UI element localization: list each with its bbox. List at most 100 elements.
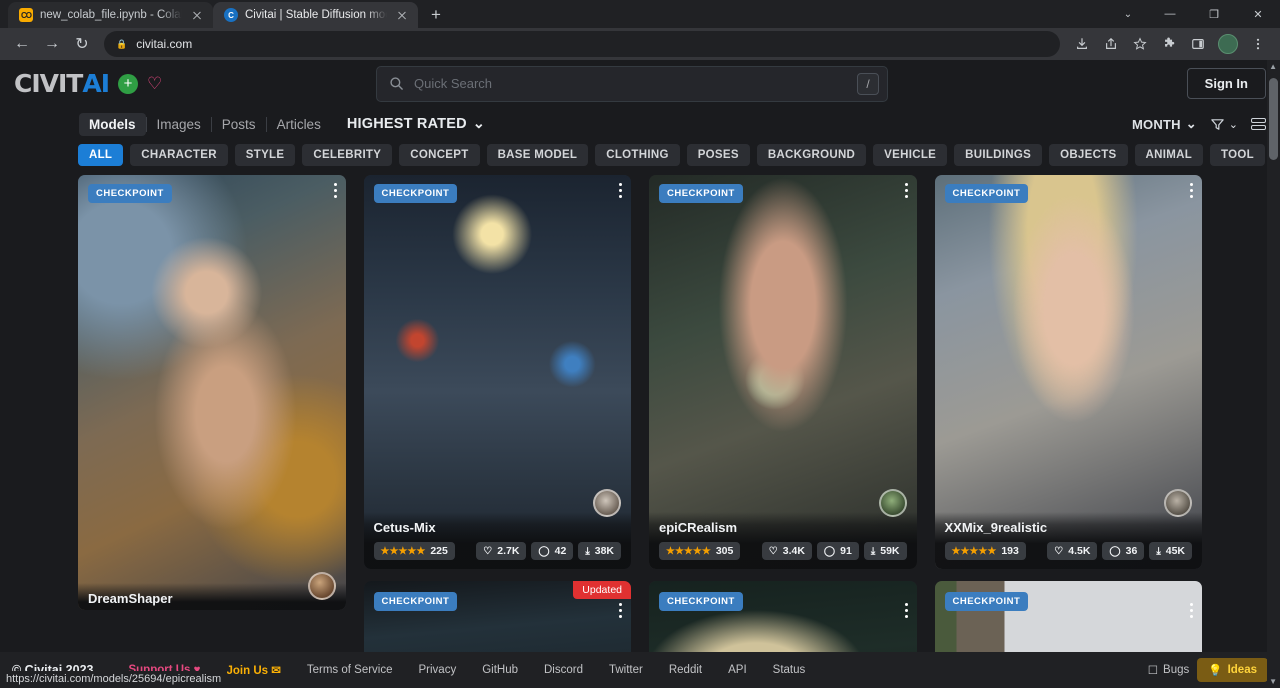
ideas-button[interactable]: 💡 Ideas <box>1197 658 1268 682</box>
new-tab-button[interactable]: + <box>422 2 450 28</box>
close-window-icon[interactable]: ✕ <box>1236 0 1280 28</box>
bugs-button[interactable]: ☐ Bugs <box>1148 663 1190 677</box>
filter-funnel-icon <box>1210 117 1225 132</box>
chip-buildings[interactable]: BUILDINGS <box>954 144 1042 166</box>
reload-icon[interactable]: ↻ <box>68 30 96 58</box>
download-icon: ⤓ <box>1156 546 1160 557</box>
colab-icon: CO <box>19 8 33 22</box>
tab-articles[interactable]: Articles <box>267 113 331 136</box>
model-card[interactable]: CHECKPOINT DreamShaper <box>78 175 346 610</box>
scroll-down-arrow-icon[interactable]: ▼ <box>1269 677 1277 686</box>
create-button[interactable]: + <box>118 74 138 94</box>
close-icon[interactable] <box>189 7 205 23</box>
model-card[interactable]: CHECKPOINT <box>649 581 917 652</box>
chip-vehicle[interactable]: VEHICLE <box>873 144 947 166</box>
likes-count: 4.5K <box>1068 545 1090 557</box>
chip-animal[interactable]: ANIMAL <box>1135 144 1204 166</box>
footer-link-privacy[interactable]: Privacy <box>406 664 470 676</box>
sort-selector[interactable]: HIGHEST RATED ⌄ <box>347 116 485 132</box>
back-icon[interactable]: ← <box>8 30 36 58</box>
chip-background[interactable]: BACKGROUND <box>757 144 866 166</box>
tab-search-icon[interactable]: ⌄ <box>1108 0 1148 28</box>
forward-icon[interactable]: → <box>38 30 66 58</box>
install-app-icon[interactable] <box>1068 30 1096 58</box>
minimize-icon[interactable]: — <box>1148 0 1192 28</box>
footer-link-api[interactable]: API <box>715 664 760 676</box>
model-card[interactable]: CHECKPOINT Cetus-Mix ★★★★★ 225 <box>364 175 632 569</box>
footer-link-github[interactable]: GitHub <box>469 664 531 676</box>
maximize-icon[interactable]: ❐ <box>1192 0 1236 28</box>
card-menu-icon[interactable] <box>619 603 622 618</box>
layout-toggle-icon[interactable] <box>1251 118 1266 130</box>
tab-models[interactable]: Models <box>79 113 146 136</box>
close-icon[interactable] <box>394 7 410 23</box>
card-info: epiCRealism ★★★★★ 305 ♡ <box>649 512 917 569</box>
sign-in-button[interactable]: Sign In <box>1187 68 1266 99</box>
creator-avatar[interactable] <box>1164 489 1192 517</box>
model-card[interactable]: Updated CHECKPOINT <box>364 581 632 652</box>
model-title: epiCRealism <box>659 520 907 535</box>
card-image: CHECKPOINT <box>649 581 917 652</box>
period-selector[interactable]: MONTH ⌄ <box>1132 116 1197 132</box>
scroll-up-arrow-icon[interactable]: ▲ <box>1269 62 1277 71</box>
chip-concept[interactable]: CONCEPT <box>399 144 479 166</box>
card-menu-icon[interactable] <box>334 183 337 198</box>
filter-button[interactable]: ⌄ <box>1210 117 1238 132</box>
chip-tool[interactable]: TOOL <box>1210 144 1265 166</box>
creator-avatar[interactable] <box>593 489 621 517</box>
address-bar[interactable]: 🔒 civitai.com <box>104 31 1060 57</box>
footer-link-discord[interactable]: Discord <box>531 664 596 676</box>
comments-count: 91 <box>840 545 852 557</box>
downloads-stat: ⤓ 45K <box>1149 542 1192 560</box>
creator-avatar[interactable] <box>308 572 336 600</box>
tab-images[interactable]: Images <box>147 113 211 136</box>
sort-label: HIGHEST RATED <box>347 116 467 132</box>
footer-link-reddit[interactable]: Reddit <box>656 664 715 676</box>
extensions-puzzle-icon[interactable] <box>1155 30 1183 58</box>
chip-clothing[interactable]: CLOTHING <box>595 144 679 166</box>
model-artwork <box>935 175 1203 569</box>
scrollbar-thumb[interactable] <box>1269 78 1278 160</box>
footer-link-twitter[interactable]: Twitter <box>596 664 656 676</box>
page-scrollbar[interactable]: ▲ ▼ <box>1267 60 1280 688</box>
bookmark-star-icon[interactable] <box>1126 30 1154 58</box>
chrome-menu-icon[interactable] <box>1244 30 1272 58</box>
card-stats: ★★★★★ 305 ♡ 3.4K <box>659 542 907 560</box>
model-card[interactable]: CHECKPOINT XXMix_9realistic ★★★★★ 193 <box>935 175 1203 569</box>
card-menu-icon[interactable] <box>1190 183 1193 198</box>
grid-column-3: CHECKPOINT epiCRealism ★★★★★ 305 <box>649 175 917 652</box>
chevron-down-icon: ⌄ <box>1229 118 1238 131</box>
nav-right-controls: MONTH ⌄ ⌄ <box>1132 116 1266 132</box>
star-rating-icon: ★★★★★ <box>666 546 711 557</box>
card-menu-icon[interactable] <box>619 183 622 198</box>
profile-avatar[interactable] <box>1218 34 1238 54</box>
downloads-count: 59K <box>880 545 899 557</box>
logo-group[interactable]: CIVITAI + ♡ <box>14 69 162 98</box>
model-card[interactable]: CHECKPOINT epiCRealism ★★★★★ 305 <box>649 175 917 569</box>
heart-icon[interactable]: ♡ <box>147 75 162 92</box>
search-bar[interactable]: Quick Search / <box>376 66 888 102</box>
footer-link-status[interactable]: Status <box>760 664 819 676</box>
card-menu-icon[interactable] <box>905 183 908 198</box>
chip-celebrity[interactable]: CELEBRITY <box>302 144 392 166</box>
share-icon[interactable] <box>1097 30 1125 58</box>
side-panel-icon[interactable] <box>1184 30 1212 58</box>
chip-style[interactable]: STYLE <box>235 144 296 166</box>
footer-link-terms[interactable]: Terms of Service <box>294 664 406 676</box>
chip-base-model[interactable]: BASE MODEL <box>487 144 589 166</box>
chip-poses[interactable]: POSES <box>687 144 750 166</box>
chip-character[interactable]: CHARACTER <box>130 144 228 166</box>
civitai-logo[interactable]: CIVITAI <box>14 69 109 98</box>
category-chip-row: ALL CHARACTER STYLE CELEBRITY CONCEPT BA… <box>0 141 1280 169</box>
tab-posts[interactable]: Posts <box>212 113 266 136</box>
chip-objects[interactable]: OBJECTS <box>1049 144 1127 166</box>
card-image: CHECKPOINT XXMix_9realistic ★★★★★ 193 <box>935 175 1203 569</box>
model-card[interactable]: CHECKPOINT <box>935 581 1203 652</box>
creator-avatar[interactable] <box>879 489 907 517</box>
card-menu-icon[interactable] <box>905 603 908 618</box>
chip-all[interactable]: ALL <box>78 144 123 166</box>
browser-tab-colab[interactable]: CO new_colab_file.ipynb - Colaborat <box>8 2 213 28</box>
search-input[interactable]: Quick Search <box>414 76 847 91</box>
card-menu-icon[interactable] <box>1190 603 1193 618</box>
browser-tab-civitai[interactable]: C Civitai | Stable Diffusion models, <box>213 2 418 28</box>
